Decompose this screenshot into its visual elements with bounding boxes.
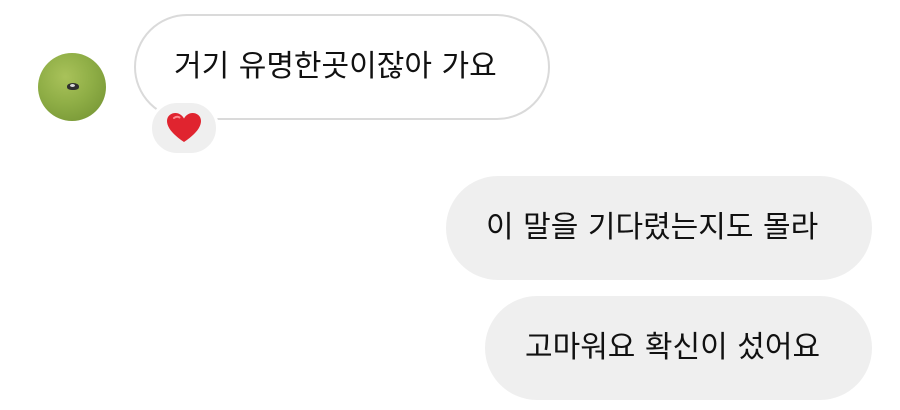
outgoing-message-bubble[interactable]: 고마워요 확신이 섰어요: [485, 296, 872, 400]
message-reaction[interactable]: [149, 100, 219, 156]
outgoing-message-text: 이 말을 기다렸는지도 몰라: [486, 210, 819, 245]
incoming-message-text: 거기 유명한곳이잖아 가요: [174, 49, 497, 84]
outgoing-message-bubble[interactable]: 이 말을 기다렸는지도 몰라: [446, 176, 872, 280]
golf-ball-icon: [67, 83, 79, 90]
contact-avatar[interactable]: [38, 53, 106, 121]
heart-icon: [167, 113, 201, 142]
outgoing-message-text: 고마워요 확신이 섰어요: [525, 330, 821, 365]
